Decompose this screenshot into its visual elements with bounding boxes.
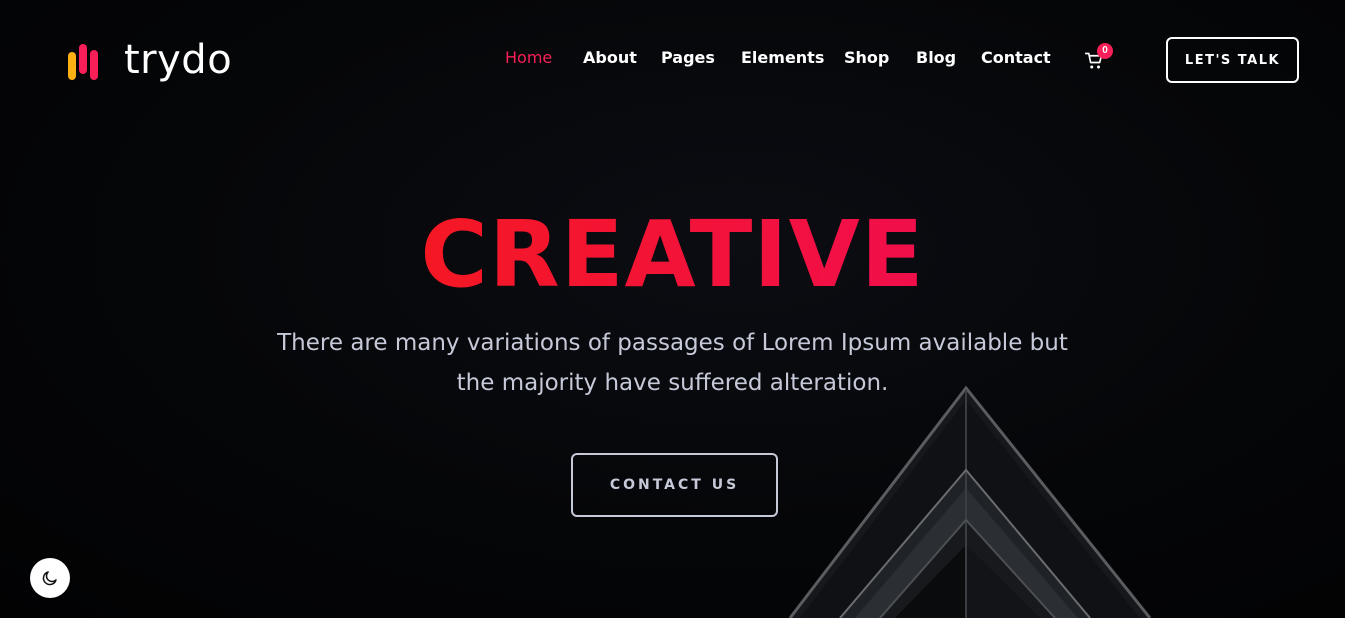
hero-description-line: the majority have suffered alteration.	[456, 370, 889, 396]
moon-icon	[42, 571, 57, 586]
logo-bars-icon	[68, 44, 98, 80]
cart-button[interactable]: 0	[1085, 43, 1115, 74]
nav-about[interactable]: About	[583, 48, 637, 67]
nav-contact[interactable]: Contact	[981, 48, 1051, 67]
site-logo[interactable]: trydo	[66, 38, 232, 82]
cart-count-badge: 0	[1097, 43, 1113, 59]
nav-elements[interactable]: Elements	[741, 48, 824, 67]
hero-title: CREATIVE	[0, 200, 1345, 310]
nav-shop[interactable]: Shop	[844, 48, 889, 67]
hero-description: There are many variations of passages of…	[0, 323, 1345, 403]
nav-pages[interactable]: Pages	[661, 48, 715, 67]
contact-us-button[interactable]: CONTACT US	[571, 453, 778, 517]
brand-name: trydo	[124, 37, 233, 83]
lets-talk-button[interactable]: LET'S TALK	[1166, 37, 1299, 83]
nav-home[interactable]: Home	[505, 48, 552, 67]
hero-description-line: There are many variations of passages of…	[277, 330, 1068, 356]
site-header: trydo Home About Pages Elements Shop Blo…	[0, 0, 1345, 120]
nav-blog[interactable]: Blog	[916, 48, 956, 67]
hero-title-text: CREATIVE	[420, 201, 925, 308]
theme-toggle-button[interactable]	[30, 558, 70, 598]
